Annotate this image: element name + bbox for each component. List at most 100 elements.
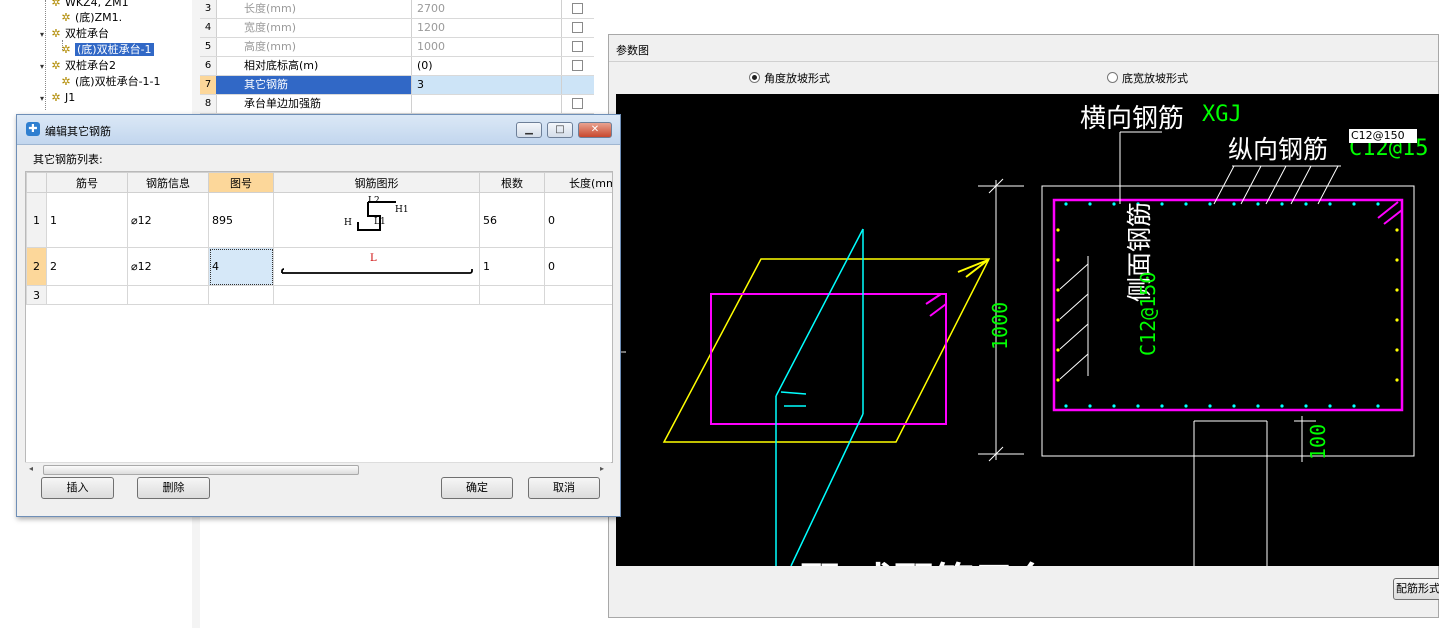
scroll-left-icon[interactable]: ◂ [29,464,33,473]
cell-jinhao[interactable]: 2 [46,247,128,286]
cap-top-outline [662,258,991,443]
column-header-length[interactable]: 长度(mm [544,172,612,193]
drawing-bottom-text: 配 式配筋示台 [800,550,1054,566]
rebar-loop [1052,198,1404,412]
property-checkbox[interactable] [572,60,583,71]
property-name: 相对底标高(m) [216,57,412,75]
maximize-button[interactable]: □ [547,122,573,138]
cell-count[interactable]: 56 [479,192,545,248]
cell-length[interactable]: 0 [544,247,612,286]
component-icon: ✲ [61,75,71,88]
minimize-button[interactable]: ▁ [516,122,542,138]
ok-button[interactable]: 确定 [441,477,513,499]
longitudinal-rebar-input[interactable]: C12@150 [1349,129,1417,143]
component-icon: ✲ [61,11,71,24]
param-window-title: 参数图 [616,44,649,57]
property-name: 承台单边加强筋 [216,95,412,113]
rebar-dots-top [1064,202,1380,206]
property-checkbox[interactable] [572,22,583,33]
property-value[interactable]: (0) [414,57,562,75]
cell-count[interactable] [479,285,545,305]
cell-info[interactable]: ⌀12 [127,247,209,286]
property-row-height[interactable]: 5 高度(mm) 1000 [200,38,594,57]
cell-info[interactable] [127,285,209,305]
dimension-height: 1000 [988,301,1012,350]
component-icon: ✲ [61,43,71,56]
insert-button[interactable]: 插入 [41,477,114,499]
cell-jinhao[interactable]: 1 [46,192,128,248]
column-header-tuhao[interactable]: 图号 [208,172,274,193]
scrollbar-thumb[interactable] [43,465,359,475]
component-icon: ✲ [51,27,61,40]
property-name: 高度(mm) [216,38,412,56]
property-checkbox[interactable] [572,98,583,109]
column-header-jinhao[interactable]: 筋号 [46,172,128,193]
property-checkbox[interactable] [572,41,583,52]
collapse-icon[interactable]: ▾ [40,59,50,75]
property-value[interactable]: 1200 [414,19,562,37]
column-header-shape[interactable]: 钢筋图形 [273,172,480,193]
column-header-rownum [26,172,47,193]
close-button[interactable]: ✕ [578,122,612,138]
tree-item-shuangzhuang[interactable]: ▾ ✲ 双桩承台 [40,26,109,42]
property-value[interactable]: 1000 [414,38,562,56]
radio-unselected-icon [1107,72,1118,83]
tree-item-shuangzhuang2[interactable]: ▾ ✲ 双桩承台2 [40,58,116,74]
cancel-button[interactable]: 取消 [528,477,600,499]
collapse-icon[interactable]: ▾ [40,27,50,43]
cap-outline [1041,185,1415,457]
cap-section-rect [710,293,947,425]
rebar-dots-side [1056,228,1399,382]
property-value[interactable]: 3 [414,76,562,94]
property-name: 宽度(mm) [216,19,412,37]
tree-item-zm1[interactable]: ✲ (底)ZM1. [60,10,122,26]
cell-tuhao[interactable]: 4 [208,247,274,286]
property-value[interactable] [414,95,562,113]
cell-shape[interactable]: L [273,247,480,286]
property-row-elevation[interactable]: 6 相对底标高(m) (0) [200,57,594,76]
tree-item-shuangzhuang-1-1[interactable]: ✲ (底)双桩承台-1-1 [60,74,160,90]
delete-button[interactable]: 删除 [137,477,210,499]
longitudinal-rebar-label: 纵向钢筋 [1228,135,1329,164]
rebar-table-container: 筋号 钢筋信息 图号 钢筋图形 根数 长度(mm 1 1 ⌀12 895 L 2 [25,171,613,463]
cell-length[interactable]: 0 [544,192,612,248]
pile-line [775,228,864,397]
table-row[interactable]: 2 2 ⌀12 4 L 1 0 [26,247,612,286]
collapse-icon[interactable]: ▾ [40,91,50,107]
property-row-width[interactable]: 4 宽度(mm) 1200 [200,19,594,38]
cell-tuhao[interactable] [208,285,274,305]
dialog-titlebar[interactable]: ✚ 编辑其它钢筋 ▁ □ ✕ [17,115,620,145]
radio-angle-slope[interactable]: 角度放坡形式 [749,70,830,86]
property-name: 其它钢筋 [216,76,412,94]
cell-jinhao[interactable] [46,285,128,305]
table-row[interactable]: 3 [26,285,612,305]
rebar-form-button[interactable]: 配筋形式 [1393,578,1439,600]
property-row-other-rebar[interactable]: 7 其它钢筋 3 [200,76,594,95]
cell-count[interactable]: 1 [479,247,545,286]
scroll-right-icon[interactable]: ▸ [600,464,604,473]
property-checkbox[interactable] [572,3,583,14]
rebar-table: 筋号 钢筋信息 图号 钢筋图形 根数 长度(mm 1 1 ⌀12 895 L 2 [26,172,612,305]
horizontal-scrollbar[interactable]: ◂ ▸ [25,462,611,475]
column-header-info[interactable]: 钢筋信息 [127,172,209,193]
cell-length[interactable] [544,285,612,305]
app-icon: ✚ [26,122,40,136]
property-row-length[interactable]: 3 长度(mm) 2700 [200,0,594,19]
edit-other-rebar-dialog: ✚ 编辑其它钢筋 ▁ □ ✕ 其它钢筋列表: 筋号 钢筋信息 图号 钢筋图形 根… [16,114,621,517]
table-row[interactable]: 1 1 ⌀12 895 L2 H1 H L1 56 0 [26,192,612,248]
tree-item-shuangzhuang-1[interactable]: ✲ (底)双桩承台-1 [60,42,154,58]
transverse-rebar-label: 横向钢筋 [1080,104,1185,134]
pile-line [790,413,864,566]
cell-shape[interactable]: L2 H1 H L1 [273,192,480,248]
side-rebar-code: C12@150 [1136,271,1160,356]
cell-tuhao[interactable]: 895 [208,192,274,248]
property-row-edge-rebar[interactable]: 8 承台单边加强筋 [200,95,594,114]
cell-shape[interactable] [273,285,480,305]
radio-bottom-width-slope[interactable]: 底宽放坡形式 [1107,70,1188,86]
tree-item-j1[interactable]: ▾ ✲ J1 [40,90,75,106]
property-name: 长度(mm) [216,0,412,18]
cad-drawing[interactable]: 横向钢筋 XGJ 纵向钢筋 C12@15 C12@150 侧面钢筋 C12@15… [616,94,1439,566]
property-value[interactable]: 2700 [414,0,562,18]
column-header-count[interactable]: 根数 [479,172,545,193]
cell-info[interactable]: ⌀12 [127,192,209,248]
